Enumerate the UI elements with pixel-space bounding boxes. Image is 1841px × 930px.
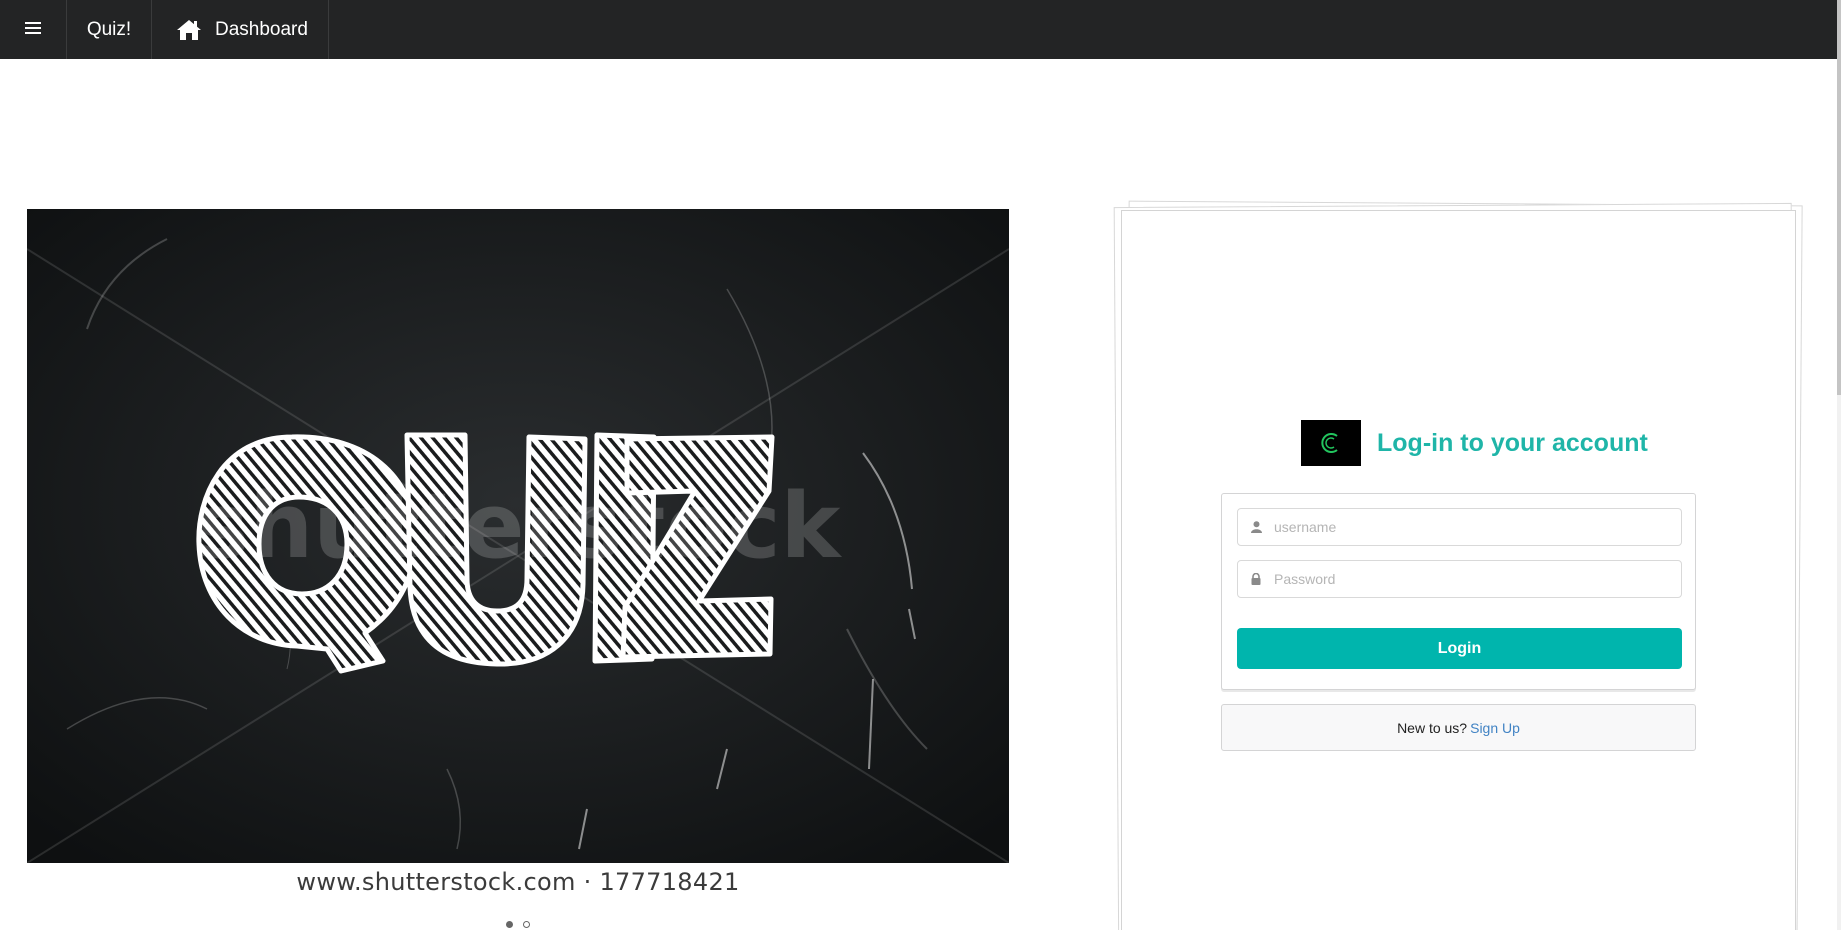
password-input[interactable] (1274, 561, 1681, 597)
page: Quiz! Dashboard shutterstock www.shutter… (0, 0, 1841, 930)
signup-prompt: New to us? (1397, 719, 1468, 736)
username-field[interactable] (1237, 508, 1682, 546)
carousel-slide-image: shutterstock (27, 209, 1009, 863)
menu-toggle-button[interactable] (0, 0, 67, 59)
nav-dashboard-label: Dashboard (215, 18, 308, 40)
login-button[interactable]: Login (1237, 628, 1682, 669)
image-carousel: shutterstock www.shutterstock.com · 1777… (27, 209, 1009, 930)
nav-brand-label: Quiz! (86, 18, 132, 40)
scrollbar-thumb[interactable] (1837, 0, 1841, 395)
login-title: Log-in to your account (1377, 428, 1648, 457)
login-form: Login (1221, 493, 1696, 690)
logo (1301, 420, 1361, 466)
lock-icon (1238, 573, 1274, 585)
carousel-indicator-1[interactable] (506, 921, 513, 928)
nav-dashboard-link[interactable]: Dashboard (152, 0, 329, 59)
password-field[interactable] (1237, 560, 1682, 598)
carousel-indicator-2[interactable] (523, 921, 530, 928)
watermark-text: shutterstock (196, 474, 843, 579)
nav-brand-quiz[interactable]: Quiz! (67, 0, 152, 59)
signup-link[interactable]: Sign Up (1470, 720, 1520, 736)
page-scrollbar[interactable] (1837, 0, 1841, 930)
home-icon (176, 19, 202, 41)
username-input[interactable] (1274, 509, 1681, 545)
hamburger-icon (25, 19, 41, 41)
carousel-indicators (27, 921, 1009, 928)
slide-caption: www.shutterstock.com · 177718421 (296, 868, 740, 896)
login-header: Log-in to your account (1301, 420, 1648, 466)
signup-message: New to us? Sign Up (1221, 704, 1696, 751)
user-icon (1238, 521, 1274, 533)
top-navbar: Quiz! Dashboard (0, 0, 1837, 59)
